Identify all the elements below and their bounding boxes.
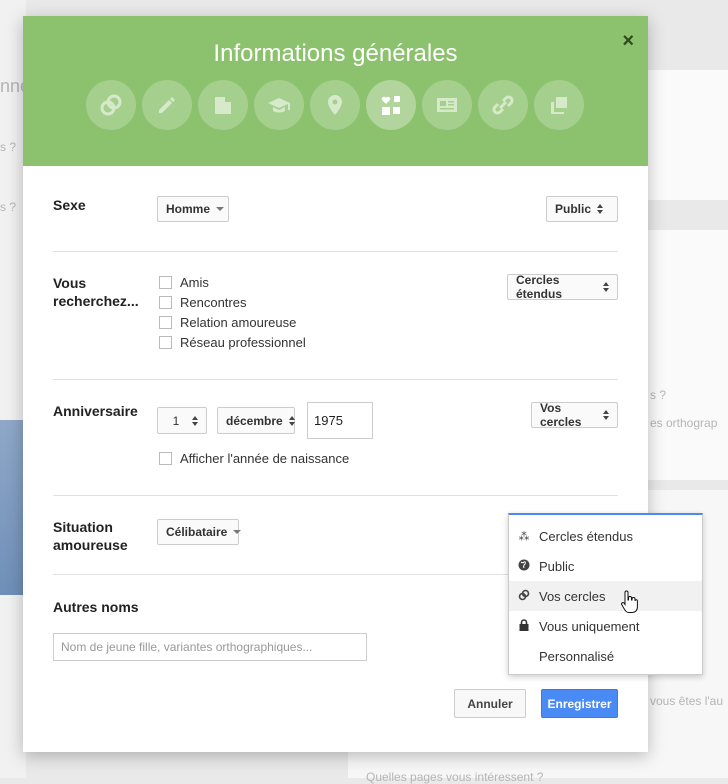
- pencil-icon[interactable]: [142, 80, 192, 130]
- menu-item-vous-uniquement[interactable]: Vous uniquement: [509, 611, 702, 641]
- up-down-icon: [192, 415, 198, 426]
- extended-circles-icon: ⁂: [518, 530, 530, 543]
- hand-cursor-icon: [621, 590, 638, 613]
- chevron-down-icon: [216, 207, 225, 211]
- situation-label: Situation amoureuse: [53, 519, 128, 553]
- divider: [53, 495, 618, 496]
- dialog-header: Informations générales ×: [23, 16, 648, 166]
- id-card-icon[interactable]: [422, 80, 472, 130]
- sexe-visibility-dropdown[interactable]: Public: [546, 196, 618, 222]
- anniversaire-visibility-dropdown[interactable]: Vos cercles: [531, 401, 618, 429]
- chain-icon[interactable]: [478, 80, 528, 130]
- dialog-title: Informations générales: [213, 40, 458, 67]
- up-down-icon: [603, 410, 609, 420]
- menu-item-cercles-etendus[interactable]: ⁂ Cercles étendus: [509, 521, 702, 551]
- menu-item-label: Vous uniquement: [539, 618, 640, 634]
- background-card: [648, 70, 728, 200]
- checkbox[interactable]: [159, 316, 172, 329]
- menu-item-public[interactable]: Public: [509, 551, 702, 581]
- situation-dropdown[interactable]: Célibataire: [157, 519, 242, 545]
- checkbox-show-year[interactable]: Afficher l'année de naissance: [159, 451, 349, 466]
- checkbox-label: Afficher l'année de naissance: [180, 451, 350, 466]
- menu-item-label: Cercles étendus: [539, 528, 633, 544]
- up-down-icon: [603, 282, 609, 292]
- other-names-input[interactable]: Nom de jeune fille, variantes orthograph…: [53, 633, 367, 661]
- month-value: décembre: [226, 413, 283, 428]
- divider: [53, 379, 618, 380]
- visibility-value: Cercles étendus: [516, 273, 563, 301]
- lock-icon: [509, 618, 539, 634]
- divider: [53, 251, 618, 252]
- sexe-value: Homme: [166, 202, 211, 216]
- menu-item-label: Vos cercles: [539, 588, 606, 604]
- visibility-value: Public: [555, 202, 592, 216]
- chevron-down-icon: [233, 530, 242, 534]
- pages-icon[interactable]: [534, 80, 584, 130]
- background-text: es orthograp: [650, 416, 718, 430]
- recherche-visibility-dropdown[interactable]: Cercles étendus: [507, 273, 618, 301]
- checkbox[interactable]: [159, 336, 172, 349]
- checkbox-label: Relation amoureuse: [180, 315, 297, 330]
- checkbox-label: Réseau professionnel: [180, 335, 306, 350]
- sexe-label: Sexe: [53, 197, 86, 213]
- relationship-icon[interactable]: [366, 80, 416, 130]
- background-text: s ?: [650, 388, 667, 402]
- checkbox[interactable]: [159, 276, 172, 289]
- checkbox-amis[interactable]: Amis: [159, 275, 209, 290]
- checkbox-label: Rencontres: [180, 295, 247, 310]
- menu-item-label: Public: [539, 558, 575, 574]
- close-icon[interactable]: ×: [622, 30, 634, 53]
- up-down-icon: [597, 204, 604, 214]
- menu-item-personnalise[interactable]: Personnalisé: [509, 641, 702, 671]
- building-icon[interactable]: [198, 80, 248, 130]
- checkbox-rencontres[interactable]: Rencontres: [159, 295, 246, 310]
- checkbox-label: Amis: [180, 275, 209, 290]
- background-text: Quelles pages vous intéressent ?: [366, 770, 544, 784]
- day-value: 1: [172, 413, 180, 428]
- background-text: s ?: [0, 140, 17, 154]
- background-card: [648, 230, 728, 480]
- autres-noms-label: Autres noms: [53, 599, 139, 615]
- checkbox-reseau[interactable]: Réseau professionnel: [159, 335, 306, 350]
- menu-item-vos-cercles[interactable]: Vos cercles: [509, 581, 702, 611]
- cancel-button[interactable]: Annuler: [454, 689, 526, 718]
- graduation-cap-icon[interactable]: [254, 80, 304, 130]
- background-text: vous êtes l'au: [650, 694, 724, 708]
- visibility-value: Vos cercles: [540, 401, 582, 429]
- background-map: [0, 420, 24, 595]
- menu-item-label: Personnalisé: [539, 648, 615, 664]
- situation-value: Célibataire: [166, 525, 228, 539]
- year-input[interactable]: 1975: [307, 402, 373, 439]
- globe-icon: [509, 559, 539, 574]
- section-icon-tabs: [86, 80, 584, 130]
- map-pin-icon[interactable]: [310, 80, 360, 130]
- checkbox-relation[interactable]: Relation amoureuse: [159, 315, 296, 330]
- save-button[interactable]: Enregistrer: [541, 689, 618, 718]
- visibility-menu: ⁂ Cercles étendus Public Vos cercles Vou…: [508, 513, 703, 675]
- link-icon[interactable]: [86, 80, 136, 130]
- day-select[interactable]: 1: [157, 407, 207, 434]
- recherche-label: Vous recherchez...: [53, 275, 139, 309]
- checkbox[interactable]: [159, 296, 172, 309]
- background-text: s ?: [0, 200, 17, 214]
- month-select[interactable]: décembre: [217, 407, 295, 434]
- circles-icon: [509, 589, 539, 604]
- anniversaire-label: Anniversaire: [53, 403, 138, 419]
- up-down-icon: [288, 415, 295, 426]
- checkbox[interactable]: [159, 452, 172, 465]
- sexe-dropdown[interactable]: Homme: [157, 196, 229, 222]
